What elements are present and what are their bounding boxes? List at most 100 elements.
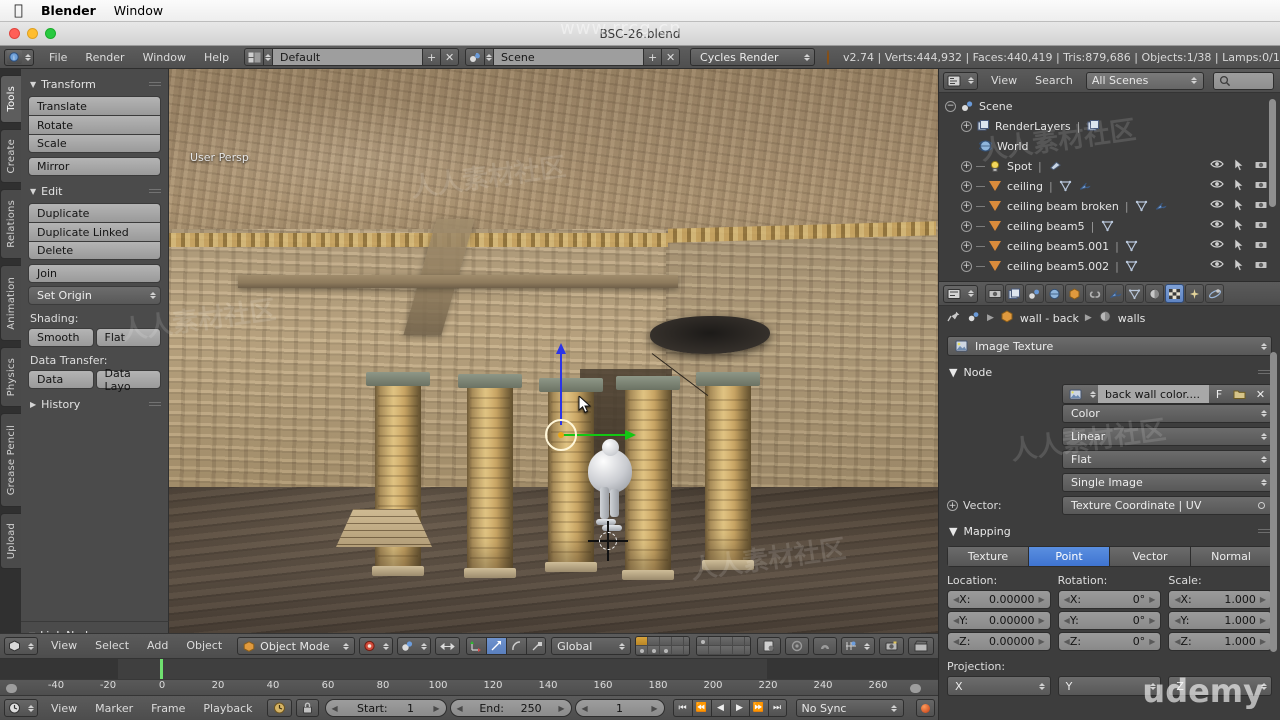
image-datablock-selector[interactable]: back wall color.... F ✕ xyxy=(1062,384,1272,404)
visibility-eye-icon[interactable] xyxy=(1210,219,1224,234)
renderable-camera-icon[interactable] xyxy=(1254,199,1268,214)
outliner-search-input[interactable] xyxy=(1212,71,1274,90)
expand-toggle-icon[interactable]: + xyxy=(961,200,972,212)
render-engine-selector[interactable]: Cycles Render xyxy=(690,48,816,66)
properties-tab-render[interactable] xyxy=(985,284,1004,303)
mesh-data-icon[interactable] xyxy=(1059,179,1073,193)
timeline-scroll-cap-right[interactable] xyxy=(910,684,921,693)
viewport-menu-view[interactable]: View xyxy=(42,633,86,659)
expand-toggle-icon[interactable]: + xyxy=(961,220,972,232)
play-button[interactable]: ▶ xyxy=(729,699,749,717)
mesh-data-icon[interactable] xyxy=(1125,239,1139,253)
outliner-menu-search[interactable]: Search xyxy=(1026,69,1082,93)
screen-layout-selector[interactable]: Default + ✕ xyxy=(244,48,460,66)
duplicate-button[interactable]: Duplicate xyxy=(28,203,161,222)
interaction-mode-dropdown[interactable]: Object Mode xyxy=(237,637,356,655)
delete-button[interactable]: Delete xyxy=(28,241,161,260)
image-datablock-name[interactable]: back wall color.... xyxy=(1098,385,1209,403)
rotate-button[interactable]: Rotate xyxy=(28,115,161,134)
outliner-row-ceiling-beam5-001[interactable]: + ceiling beam5.001 | xyxy=(939,236,1280,256)
properties-scrollbar[interactable] xyxy=(1270,352,1277,652)
info-editor-type-button[interactable]: i xyxy=(4,48,34,66)
translate-manipulator-button[interactable] xyxy=(486,637,507,655)
selectable-cursor-icon[interactable] xyxy=(1234,157,1244,174)
decrement-arrow-icon[interactable]: ◀ xyxy=(582,704,588,713)
properties-tab-particles[interactable] xyxy=(1185,284,1204,303)
outliner-row-ceiling[interactable]: + ceiling | xyxy=(939,176,1280,196)
properties-tab-world[interactable] xyxy=(1045,284,1064,303)
tab-physics[interactable]: Physics xyxy=(0,347,21,407)
properties-tab-modifiers[interactable] xyxy=(1105,284,1124,303)
timeline-menu-view[interactable]: View xyxy=(42,696,86,720)
lock-timeline-toggle[interactable] xyxy=(295,699,319,717)
color-space-dropdown[interactable]: Color xyxy=(1062,404,1272,423)
projection-axis-y-dropdown[interactable]: Y xyxy=(1057,676,1162,696)
menu-file[interactable]: File xyxy=(40,46,76,69)
tab-animation[interactable]: Animation xyxy=(0,265,21,341)
manipulator-enable-toggle[interactable] xyxy=(466,637,487,655)
tab-tools[interactable]: Tools xyxy=(0,75,21,123)
history-panel-header[interactable]: ▶ History xyxy=(28,395,161,416)
viewport-shading-dropdown[interactable] xyxy=(359,637,394,655)
tab-upload[interactable]: Upload xyxy=(0,513,21,569)
selectable-cursor-icon[interactable] xyxy=(1234,237,1244,254)
renderable-camera-icon[interactable] xyxy=(1254,159,1268,174)
expand-toggle-icon[interactable]: + xyxy=(961,240,972,252)
snap-element-dropdown[interactable] xyxy=(840,637,875,655)
interpolation-dropdown[interactable]: Linear xyxy=(1062,427,1272,446)
gizmo-center-dot[interactable] xyxy=(558,432,564,438)
location-x-field[interactable]: ◀ X: 0.00000 ▶ xyxy=(947,590,1051,609)
decrement-arrow-icon[interactable]: ◀ xyxy=(332,704,338,713)
rotation-z-field[interactable]: ◀ Z: 0° ▶ xyxy=(1057,632,1162,651)
outliner-menu-view[interactable]: View xyxy=(982,69,1026,93)
shade-smooth-button[interactable]: Smooth xyxy=(28,328,94,347)
outliner-tree[interactable]: − Scene + RenderLayers | World + Spot | … xyxy=(939,93,1280,281)
opengl-render-animation-button[interactable] xyxy=(907,637,934,655)
add-scene-button[interactable]: + xyxy=(644,48,663,66)
align-to-view-toggle[interactable] xyxy=(435,637,461,655)
timeline-scroll-cap-left[interactable] xyxy=(6,684,17,693)
properties-tab-renderlayers[interactable] xyxy=(1005,284,1024,303)
delete-scene-button[interactable]: ✕ xyxy=(662,48,681,66)
scene-value[interactable]: Scene xyxy=(494,48,645,66)
jump-to-start-button[interactable]: ⏮ xyxy=(672,699,692,717)
properties-tab-physics[interactable] xyxy=(1205,284,1224,303)
breadcrumb-object-name[interactable]: wall - back xyxy=(1020,312,1079,325)
properties-tab-texture[interactable] xyxy=(1165,284,1184,303)
rewind-button[interactable]: ⏪ xyxy=(691,699,711,717)
timeline-editor-type-button[interactable] xyxy=(4,699,38,717)
unlink-image-button[interactable]: ✕ xyxy=(1250,385,1271,403)
edit-panel-header[interactable]: ▼ Edit xyxy=(28,182,161,203)
outliner-row-renderlayers[interactable]: + RenderLayers | xyxy=(939,116,1280,136)
scene-layers-block-1[interactable] xyxy=(635,636,691,656)
timeline-strip[interactable]: -40 -20 0 20 40 60 80 100 120 140 160 18… xyxy=(0,659,938,695)
projection-axis-z-dropdown[interactable]: Z xyxy=(1168,676,1273,696)
lamp-data-icon[interactable] xyxy=(1048,159,1062,173)
outliner-row-spot[interactable]: + Spot | xyxy=(939,156,1280,176)
increment-arrow-icon[interactable]: ▶ xyxy=(558,704,564,713)
gizmo-z-arrow[interactable] xyxy=(556,343,566,425)
data-transfer-layout-button[interactable]: Data Layo xyxy=(95,367,161,393)
mesh-data-icon[interactable] xyxy=(1100,219,1114,233)
scene-selector[interactable]: Scene + ✕ xyxy=(465,48,681,66)
breadcrumb-material-name[interactable]: walls xyxy=(1118,312,1146,325)
macmenu-item-window[interactable]: Window xyxy=(114,3,163,18)
pin-icon[interactable] xyxy=(947,309,961,327)
scale-manipulator-button[interactable] xyxy=(526,637,547,655)
decrement-arrow-icon[interactable]: ◀ xyxy=(457,704,463,713)
mapping-panel-header[interactable]: ▼ Mapping xyxy=(947,519,1272,543)
transform-panel-header[interactable]: ▼ Transform xyxy=(28,75,161,96)
increment-arrow-icon[interactable]: ▶ xyxy=(651,704,657,713)
mirror-button[interactable]: Mirror xyxy=(28,157,161,176)
viewport-menu-select[interactable]: Select xyxy=(86,633,138,659)
modifier-icon[interactable] xyxy=(1078,179,1092,193)
opengl-render-button[interactable] xyxy=(878,637,904,655)
tab-relations[interactable]: Relations xyxy=(0,189,21,259)
visibility-eye-icon[interactable] xyxy=(1210,239,1224,254)
modifier-icon[interactable] xyxy=(1154,199,1168,213)
image-source-dropdown[interactable]: Single Image xyxy=(1062,473,1272,492)
jump-to-end-button[interactable]: ⏭ xyxy=(767,699,787,717)
image-datablock-chevrons-icon[interactable] xyxy=(1087,385,1098,403)
duplicate-linked-button[interactable]: Duplicate Linked xyxy=(28,222,161,241)
shade-flat-button[interactable]: Flat xyxy=(95,328,161,347)
